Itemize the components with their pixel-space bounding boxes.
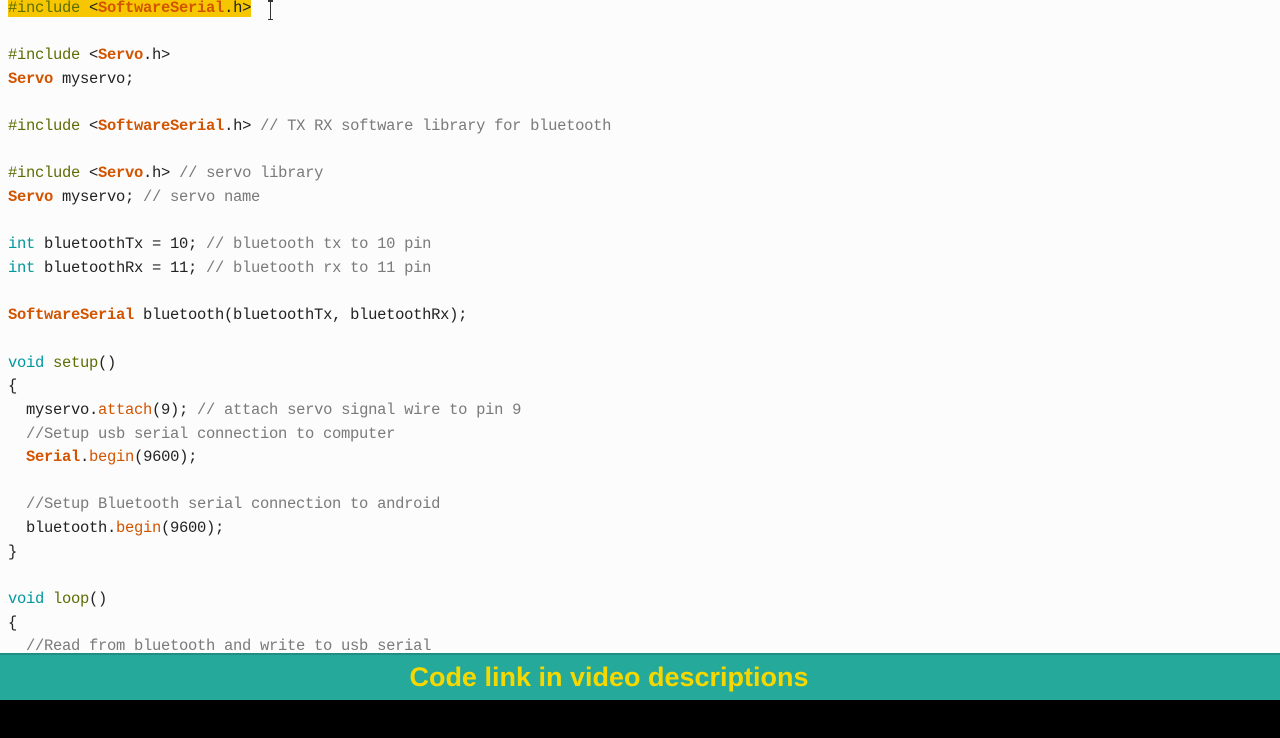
code-line[interactable]: } [8, 541, 611, 565]
code-token-plain: (9600); [134, 448, 198, 467]
caption-banner: Code link in video descriptions [0, 653, 1280, 700]
code-line[interactable] [8, 92, 611, 116]
code-line[interactable]: Servo myservo; // servo name [8, 186, 611, 210]
code-line[interactable] [8, 328, 611, 352]
code-token-method: attach [98, 400, 153, 419]
code-line[interactable]: bluetooth.begin(9600); [8, 517, 611, 541]
code-token-preproc: #include [8, 164, 90, 183]
code-token-type: void [8, 590, 45, 609]
code-line[interactable]: int bluetoothTx = 10; // bluetooth tx to… [8, 233, 611, 257]
code-editor[interactable]: #include <SoftwareSerial.h> #include <Se… [0, 0, 1280, 653]
code-line[interactable]: myservo.attach(9); // attach servo signa… [8, 399, 611, 423]
code-token-plain: < [89, 0, 99, 17]
code-token-plain: myservo; [53, 188, 135, 207]
code-token-preproc: #include [8, 0, 90, 17]
code-token-lib: Servo [98, 46, 144, 65]
code-token-func: setup [53, 353, 99, 372]
code-line[interactable]: //Read from bluetooth and write to usb s… [8, 635, 611, 653]
code-token-comment: // attach servo signal wire to pin 9 [188, 400, 522, 419]
code-token-comment: //Setup usb serial connection to compute… [8, 424, 396, 443]
code-token-comment: // servo library [170, 164, 324, 183]
code-token-plain: . [80, 448, 90, 467]
code-token-lib: Servo [98, 164, 144, 183]
code-token-plain: bluetooth(bluetoothTx, bluetoothRx); [134, 306, 468, 325]
code-token-type: int [8, 235, 36, 254]
code-token-type: int [8, 259, 36, 278]
code-line[interactable]: void loop() [8, 588, 611, 612]
code-token-plain: < [89, 46, 99, 65]
code-token-plain: (9600); [161, 519, 225, 538]
code-token-plain: bluetooth. [8, 519, 117, 538]
text-cursor-icon [268, 0, 273, 20]
code-line[interactable]: Servo myservo; [8, 68, 611, 92]
code-token-lib: SoftwareSerial [98, 0, 225, 17]
video-letterbox-bar [0, 700, 1280, 738]
code-token-comment: // servo name [134, 188, 261, 207]
code-token-plain: () [98, 353, 117, 372]
code-token-method: begin [116, 519, 162, 538]
code-line[interactable]: Serial.begin(9600); [8, 446, 611, 470]
code-line[interactable]: #include <Servo.h> [8, 44, 611, 68]
code-line[interactable]: #include <SoftwareSerial.h> // TX RX sof… [8, 115, 611, 139]
code-token-type: void [8, 353, 45, 372]
code-token-preproc: #include [8, 117, 90, 136]
code-token-comment: // bluetooth tx to 10 pin [197, 235, 432, 254]
code-token-comment: //Setup Bluetooth serial connection to a… [8, 495, 441, 514]
code-token-plain: < [89, 164, 99, 183]
code-token-method: begin [89, 448, 135, 467]
code-token-plain: .h> [224, 117, 252, 136]
code-token-plain: { [8, 377, 18, 396]
code-line[interactable] [8, 564, 611, 588]
code-token-lib: Servo [8, 69, 54, 88]
code-line[interactable]: int bluetoothRx = 11; // bluetooth rx to… [8, 257, 611, 281]
code-token-preproc: #include [8, 46, 90, 65]
code-token-comment: // TX RX software library for bluetooth [251, 117, 612, 136]
code-line[interactable] [8, 21, 611, 45]
code-token-plain: < [89, 117, 99, 136]
code-token-plain: (9); [152, 400, 189, 419]
code-token-plain: myservo. [8, 400, 99, 419]
code-token-plain: { [8, 613, 18, 632]
code-text-area[interactable]: #include <SoftwareSerial.h> #include <Se… [8, 0, 611, 653]
code-line[interactable]: { [8, 612, 611, 636]
code-line[interactable]: SoftwareSerial bluetooth(bluetoothTx, bl… [8, 304, 611, 328]
code-token-plain: () [89, 590, 108, 609]
code-token-lib: Servo [8, 188, 54, 207]
code-token-plain: myservo; [53, 69, 135, 88]
code-token-comment: // bluetooth rx to 11 pin [197, 259, 432, 278]
code-token-plain: bluetoothRx = 11; [35, 259, 198, 278]
caption-text: Code link in video descriptions [409, 662, 809, 692]
code-token-plain: .h> [224, 0, 252, 17]
code-line[interactable]: //Setup Bluetooth serial connection to a… [8, 493, 611, 517]
code-line[interactable]: { [8, 375, 611, 399]
code-token-plain: .h> [143, 46, 171, 65]
code-token-comment: //Read from bluetooth and write to usb s… [8, 637, 432, 653]
code-line[interactable] [8, 210, 611, 234]
code-line[interactable] [8, 281, 611, 305]
code-line[interactable]: #include <Servo.h> // servo library [8, 162, 611, 186]
code-line[interactable]: //Setup usb serial connection to compute… [8, 423, 611, 447]
code-token-lib: Serial [26, 448, 81, 467]
code-line[interactable]: #include <SoftwareSerial.h> [8, 0, 611, 21]
code-token-func: loop [53, 590, 90, 609]
code-token-lib: SoftwareSerial [8, 306, 135, 325]
code-line[interactable]: void setup() [8, 352, 611, 376]
code-token-plain: .h> [143, 164, 171, 183]
code-line[interactable] [8, 470, 611, 494]
code-token-plain: } [8, 542, 18, 561]
code-line[interactable] [8, 139, 611, 163]
code-token-plain: bluetoothTx = 10; [35, 235, 198, 254]
code-token-lib: SoftwareSerial [98, 117, 225, 136]
